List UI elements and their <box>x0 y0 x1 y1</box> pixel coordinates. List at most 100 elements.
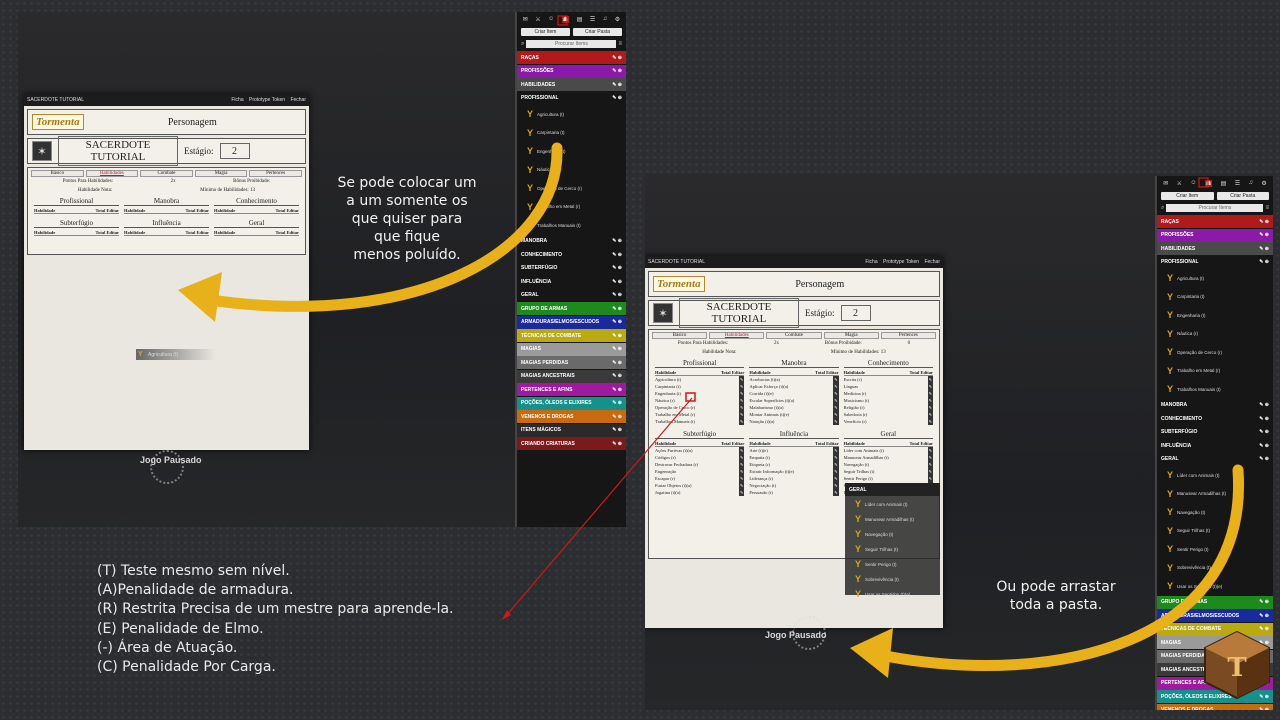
folder-habilidades[interactable]: HABILIDADES ✎ ⊕ <box>517 78 626 91</box>
edit-icon[interactable]: ✎ <box>927 383 933 390</box>
tab-0[interactable]: Básico <box>31 170 84 177</box>
character-name[interactable]: SACERDOTE TUTORIAL <box>58 136 178 166</box>
folder-actions-icon[interactable]: ✎ ⊕ <box>612 265 622 271</box>
edit-icon[interactable]: ✎ <box>927 397 933 404</box>
list-item[interactable]: Y Operação de Cerco (r) <box>1157 343 1273 362</box>
chat-icon[interactable]: ✉ <box>523 16 528 23</box>
create-folder-button[interactable]: Criar Pasta <box>573 28 622 36</box>
points-value[interactable]: 2x <box>171 179 176 184</box>
edit-icon[interactable]: ✎ <box>738 418 745 425</box>
folder-ra-as[interactable]: RAÇAS ✎ ⊕ <box>517 51 626 64</box>
subfolder-subterf-gio[interactable]: SUBTERFÚGIO ✎ ⊕ <box>1157 425 1273 439</box>
search-input[interactable]: Procurar Items <box>1166 204 1264 212</box>
folder-actions-icon[interactable]: ✎ ⊕ <box>612 292 622 298</box>
bonus-value[interactable]: 0 <box>908 341 911 346</box>
edit-icon[interactable]: ✎ <box>833 404 839 411</box>
edit-icon[interactable]: ✎ <box>833 397 839 404</box>
close-button[interactable]: Fechar <box>290 97 306 103</box>
items-icon[interactable]: ☗ <box>1204 179 1213 187</box>
close-button[interactable]: Fechar <box>924 259 940 265</box>
folder-armaduras-elmos-escudos[interactable]: ARMADURAS/ELMOS/ESCUDOS ✎ ⊕ <box>1157 609 1273 622</box>
folder-grupo-de-armas[interactable]: GRUPO DE ARMAS ✎ ⊕ <box>1157 595 1273 609</box>
stage-value[interactable]: 2 <box>840 305 871 321</box>
journal-icon[interactable]: ▤ <box>1221 180 1227 187</box>
folder-actions-icon[interactable]: ✎ ⊕ <box>612 387 622 393</box>
folder-actions-icon[interactable]: ✎ ⊕ <box>612 279 622 285</box>
edit-icon[interactable]: ✎ <box>927 468 933 475</box>
folder-actions-icon[interactable]: ✎ ⊕ <box>1259 456 1269 462</box>
folder-actions-icon[interactable]: ✎ ⊕ <box>612 68 622 74</box>
edit-icon[interactable]: ✎ <box>927 475 933 482</box>
settings-icon[interactable]: ⚙ <box>1261 180 1266 187</box>
edit-icon[interactable]: ✎ <box>833 411 839 418</box>
list-item[interactable]: Y Sobrevivência (t) <box>1157 559 1273 578</box>
list-item[interactable]: Y Líder com Animais (t) <box>1157 466 1273 485</box>
edit-icon[interactable]: ✎ <box>738 404 745 411</box>
edit-icon[interactable]: ✎ <box>927 418 933 425</box>
settings-icon[interactable]: ⚙ <box>615 16 620 23</box>
list-item[interactable]: Y Seguir Trilhas (t) <box>1157 522 1273 541</box>
folder-actions-icon[interactable]: ✎ ⊕ <box>1259 707 1269 710</box>
edit-icon[interactable]: ✎ <box>833 376 839 383</box>
folder-actions-icon[interactable]: ✎ ⊕ <box>1259 429 1269 435</box>
music-icon[interactable]: ♫ <box>603 16 608 22</box>
edit-icon[interactable]: ✎ <box>833 482 839 489</box>
edit-icon[interactable]: ✎ <box>738 468 745 475</box>
folder-actions-icon[interactable]: ✎ ⊕ <box>612 238 622 244</box>
actors-icon[interactable]: ☺ <box>1190 180 1196 186</box>
tab-3[interactable]: Magia <box>194 170 248 177</box>
folder-venenos-e-drogas[interactable]: VENENOS E DROGAS ✎ ⊕ <box>1157 703 1273 710</box>
edit-icon[interactable]: ✎ <box>738 383 745 390</box>
collapse-icon[interactable]: ≡ <box>1265 205 1269 211</box>
folder-actions-icon[interactable]: ✎ ⊕ <box>1259 259 1269 265</box>
folder-actions-icon[interactable]: ✎ ⊕ <box>612 55 622 61</box>
folder-magias[interactable]: MAGIAS ✎ ⊕ <box>517 342 626 356</box>
folder-po-es-leos-e-elixires[interactable]: POÇÕES, ÓLEOS E ELIXIRES ✎ ⊕ <box>517 396 626 410</box>
journal-icon[interactable]: ▤ <box>577 16 583 23</box>
list-item[interactable]: Y Náutica (r) <box>1157 325 1273 344</box>
folder-profiss-es[interactable]: PROFISSÕES ✎ ⊕ <box>517 64 626 78</box>
folder-actions-icon[interactable]: ✎ ⊕ <box>1259 219 1269 225</box>
list-item[interactable]: Y Engenharia (t) <box>517 142 626 161</box>
edit-icon[interactable]: ✎ <box>833 383 839 390</box>
edit-icon[interactable]: ✎ <box>833 390 839 397</box>
edit-icon[interactable]: ✎ <box>738 447 745 454</box>
subfolder-influ-ncia[interactable]: INFLUÊNCIA ✎ ⊕ <box>1157 439 1273 452</box>
token-icon[interactable]: ✶ <box>32 141 52 161</box>
edit-icon[interactable]: ✎ <box>738 411 745 418</box>
sheet-button[interactable]: Ficha <box>231 97 243 103</box>
folder-actions-icon[interactable]: ✎ ⊕ <box>612 95 622 101</box>
edit-icon[interactable]: ✎ <box>833 454 839 461</box>
edit-icon[interactable]: ✎ <box>738 489 745 496</box>
tab-1[interactable]: Habilidades <box>85 170 139 177</box>
edit-icon[interactable]: ✎ <box>833 447 839 454</box>
edit-icon[interactable]: ✎ <box>927 411 933 418</box>
list-item[interactable]: Y Carpintaria (t) <box>517 124 626 143</box>
edit-icon[interactable]: ✎ <box>927 454 933 461</box>
music-icon[interactable]: ♫ <box>1248 180 1253 186</box>
edit-icon[interactable]: ✎ <box>738 454 745 461</box>
list-item[interactable]: Y Agricultura (t) <box>517 105 626 124</box>
tab-2[interactable]: Combate <box>140 170 193 177</box>
create-folder-button[interactable]: Criar Pasta <box>1216 192 1269 200</box>
list-item[interactable]: Y Manusear Armadilhas (t) <box>1157 485 1273 504</box>
edit-icon[interactable]: ✎ <box>927 447 933 454</box>
combat-icon[interactable]: ⚔ <box>1177 180 1182 187</box>
prototype-token-button[interactable]: Prototype Token <box>883 259 919 265</box>
edit-icon[interactable]: ✎ <box>833 489 839 496</box>
list-item[interactable]: Y Navegação (t) <box>1157 503 1273 522</box>
prototype-token-button[interactable]: Prototype Token <box>249 97 285 103</box>
search-input[interactable]: Procurar Items <box>526 40 617 48</box>
edit-icon[interactable]: ✎ <box>927 390 933 397</box>
edit-icon[interactable]: ✎ <box>833 475 839 482</box>
folder-ra-as[interactable]: RAÇAS ✎ ⊕ <box>1157 215 1273 228</box>
folder-magias-perdidas[interactable]: MAGIAS PERDIDAS ✎ ⊕ <box>517 356 626 369</box>
folder-profiss-es[interactable]: PROFISSÕES ✎ ⊕ <box>1157 228 1273 242</box>
tab-4[interactable]: Pertences <box>880 332 937 339</box>
folder-criando-criaturas[interactable]: CRIANDO CRIATURAS ✎ ⊕ <box>517 437 626 450</box>
edit-icon[interactable]: ✎ <box>833 418 839 425</box>
folder-venenos-e-drogas[interactable]: VENENOS E DROGAS ✎ ⊕ <box>517 410 626 423</box>
chat-icon[interactable]: ✉ <box>1163 180 1168 187</box>
folder-actions-icon[interactable]: ✎ ⊕ <box>612 319 622 325</box>
combat-icon[interactable]: ⚔ <box>535 16 540 23</box>
